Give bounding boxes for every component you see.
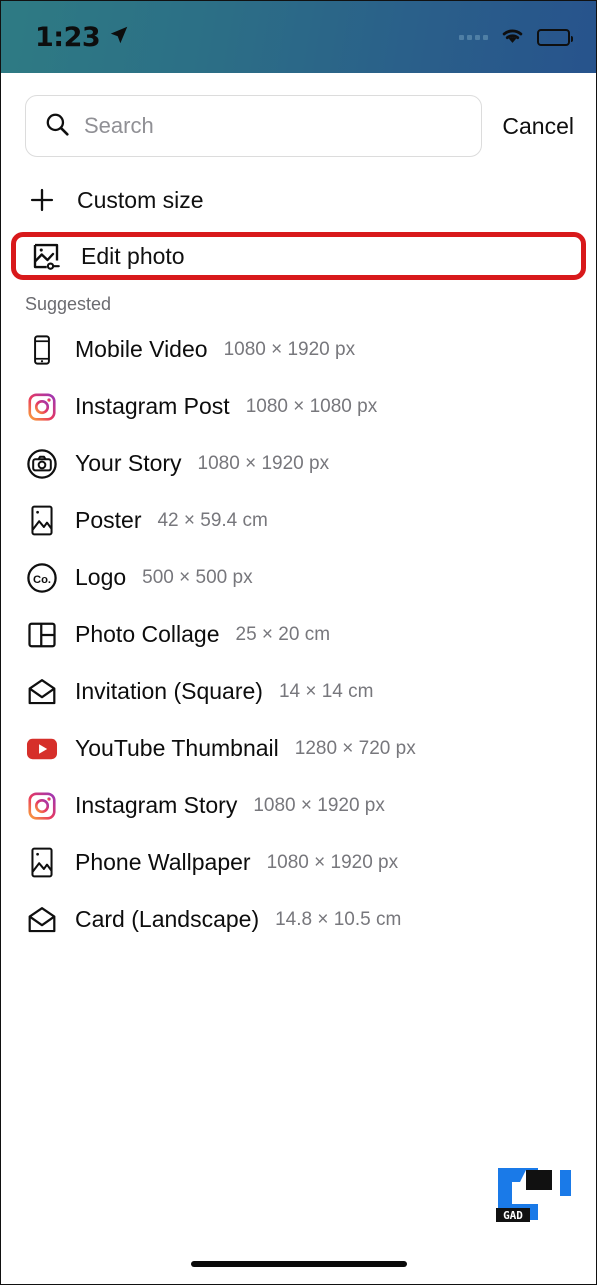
list-item-dimension: 14.8 × 10.5 cm [275,908,402,930]
instagram-icon [25,789,59,823]
envelope-icon [25,675,59,709]
list-item[interactable]: Instagram Story 1080 × 1920 px [1,777,596,834]
custom-size-row[interactable]: Custom size [1,177,596,223]
cancel-button[interactable]: Cancel [498,113,578,140]
location-arrow-icon [108,24,130,51]
list-item-name: YouTube Thumbnail [75,735,279,761]
camera-circle-icon [25,447,59,481]
list-item-dimension: 1280 × 720 px [294,737,416,759]
list-item[interactable]: YouTube Thumbnail 1280 × 720 px [1,720,596,777]
poster-image-icon [25,504,59,538]
edit-photo-row[interactable]: Edit photo [11,232,586,280]
instagram-icon [25,390,59,424]
list-item-dimension: 42 × 59.4 cm [157,509,268,531]
status-time: 1:23 [35,21,101,53]
status-bar-right [459,24,573,50]
status-bar-left: 1:23 [35,22,130,53]
list-item-name: Photo Collage [75,621,220,647]
home-indicator-bar[interactable] [190,1261,407,1267]
wifi-icon [499,24,526,50]
envelope-icon [25,903,59,937]
search-row: Cancel [1,73,596,173]
battery-low-power-icon [537,28,573,46]
list-item[interactable]: Phone Wallpaper 1080 × 1920 px [1,834,596,891]
list-item-name: Instagram Post [75,393,230,419]
list-item-name: Poster [75,507,142,533]
custom-size-label: Custom size [77,186,204,213]
svg-text:Co.: Co. [33,573,51,585]
plus-icon [25,183,59,217]
suggested-section-header: Suggested [25,294,112,314]
mobile-phone-icon [25,333,59,367]
list-item[interactable]: Mobile Video 1080 × 1920 px [1,321,596,378]
edit-photo-highlight-box[interactable]: Edit photo [11,232,586,280]
search-box[interactable] [25,95,483,157]
list-item-name: Logo [75,564,127,590]
home-indicator-area [1,1244,596,1284]
list-item-dimension: 1080 × 1920 px [253,794,385,816]
gad-watermark-logo: GAD [490,1164,582,1226]
list-item[interactable]: Your Story 1080 × 1920 px [1,435,596,492]
wallpaper-image-icon [25,846,59,880]
list-item-name: Phone Wallpaper [75,849,251,875]
list-item-name: Instagram Story [75,792,238,818]
logo-circle-icon: Co. [25,561,59,595]
list-item-name: Your Story [75,450,182,476]
phone-screen: 1:23 Search Cancel Custom size Edit phot… [0,0,597,1285]
collage-grid-icon [25,618,59,652]
list-item-dimension: 1080 × 1920 px [266,851,399,873]
list-item[interactable]: Invitation (Square) 14 × 14 cm [1,663,596,720]
list-item-name: Mobile Video [75,336,208,362]
list-item[interactable]: Photo Collage 25 × 20 cm [1,606,596,663]
signal-dots-icon [459,34,488,40]
youtube-icon [25,732,59,766]
suggested-list: Mobile Video 1080 × 1920 px Instagram Po… [1,321,596,948]
list-item[interactable]: Card (Landscape) 14.8 × 10.5 cm [1,891,596,948]
list-item-dimension: 500 × 500 px [142,566,253,588]
search-icon [44,111,70,142]
list-item[interactable]: Poster 42 × 59.4 cm [1,492,596,549]
edit-photo-icon [29,239,63,273]
watermark-label: GAD [503,1209,523,1222]
list-item-name: Card (Landscape) [75,906,260,932]
list-item-name: Invitation (Square) [75,678,263,704]
list-item[interactable]: Instagram Post 1080 × 1080 px [1,378,596,435]
list-item[interactable]: Co. Logo 500 × 500 px [1,549,596,606]
list-item-dimension: 14 × 14 cm [278,680,374,702]
list-item-dimension: 1080 × 1080 px [245,395,378,417]
list-item-dimension: 1080 × 1920 px [223,338,356,360]
list-item-dimension: 25 × 20 cm [235,623,331,645]
status-bar: 1:23 [1,1,596,73]
edit-photo-label: Edit photo [81,242,185,269]
search-input[interactable] [84,113,464,139]
list-item-dimension: 1080 × 1920 px [197,452,330,474]
